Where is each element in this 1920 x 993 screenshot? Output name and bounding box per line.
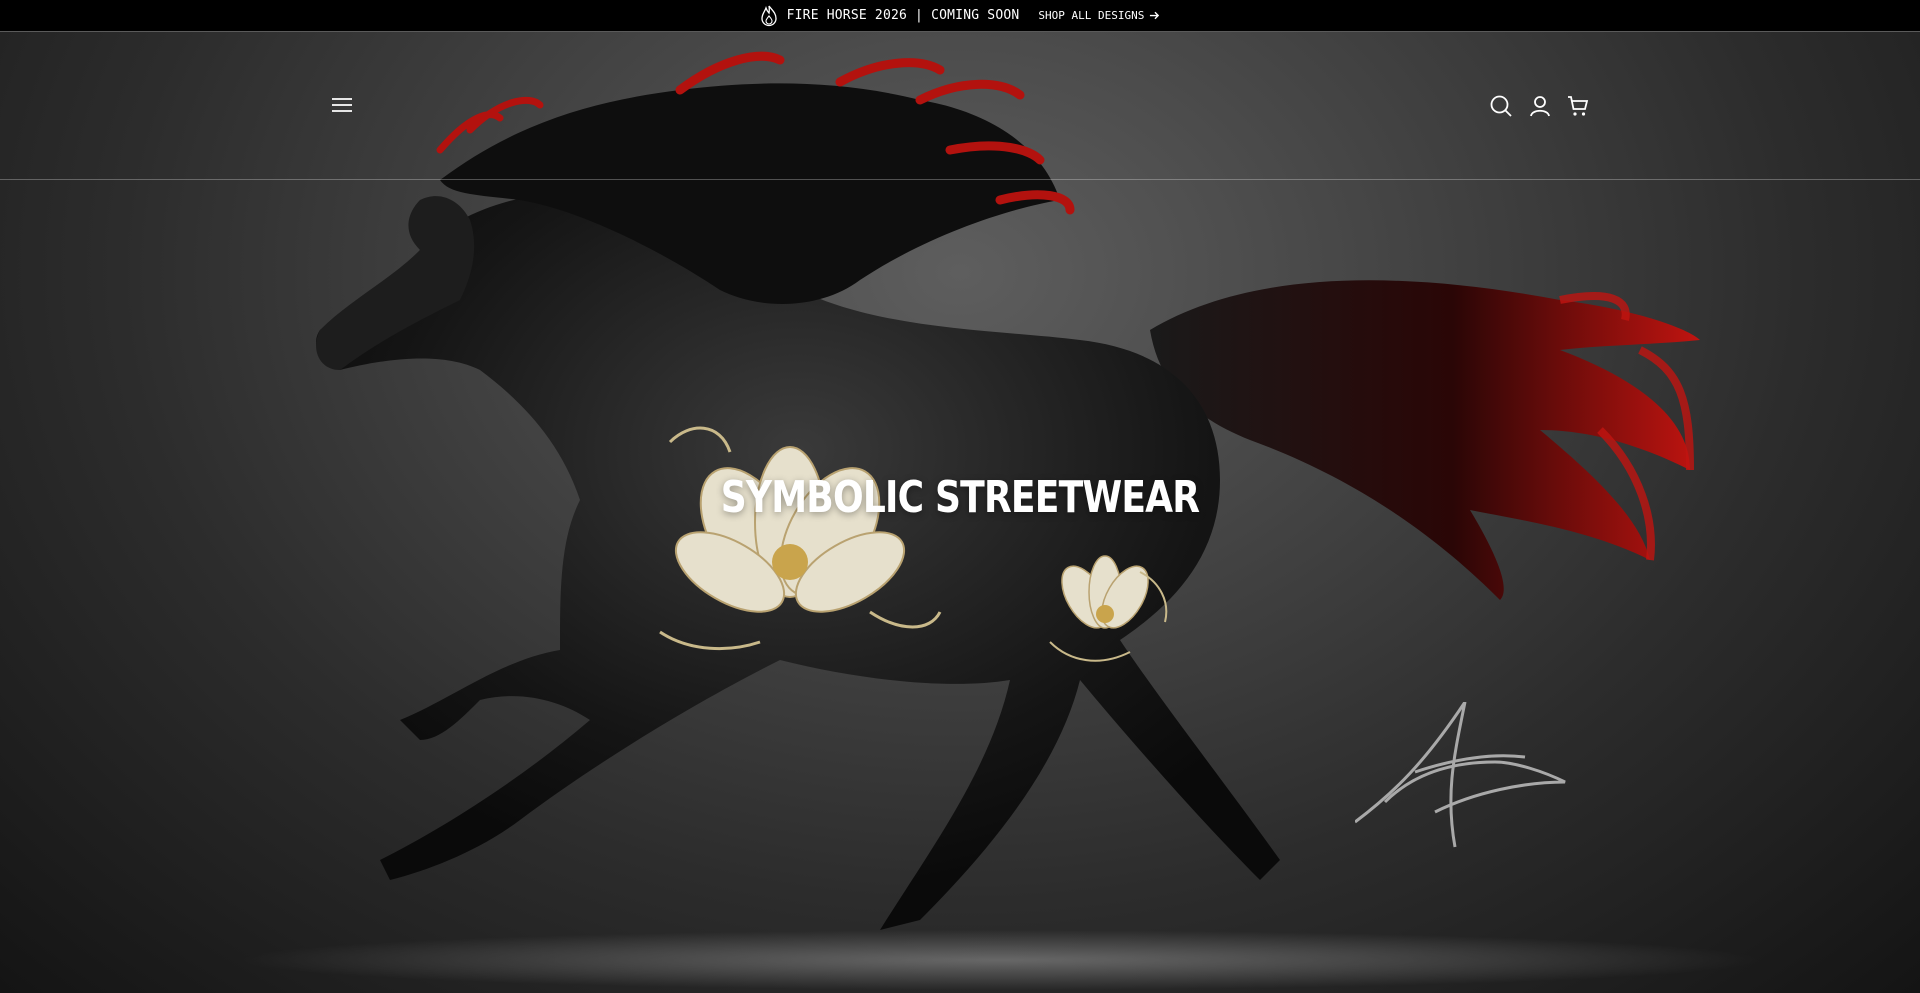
cart-icon[interactable] — [1566, 94, 1590, 118]
hamburger-menu-icon[interactable] — [330, 95, 354, 115]
arrow-right-icon — [1150, 11, 1160, 20]
flame-icon — [760, 5, 778, 27]
artist-signature — [1355, 702, 1566, 848]
shop-all-designs-label[interactable]: SHOP ALL DESIGNS — [1038, 9, 1144, 22]
announcement-bar: FIRE HORSE 2026 | COMING SOON SHOP ALL D… — [0, 0, 1920, 32]
account-icon[interactable] — [1528, 94, 1552, 118]
site-header — [0, 32, 1920, 180]
search-icon[interactable] — [1489, 94, 1513, 118]
hero-title: SYMBOLIC STREETWEAR — [720, 472, 1200, 523]
lotus-artwork-small — [1049, 555, 1168, 662]
shop-all-designs-link[interactable]: SHOP ALL DESIGNS — [1038, 9, 1160, 22]
announcement-message: FIRE HORSE 2026 | COMING SOON — [786, 8, 1020, 23]
lotus-artwork-large — [659, 426, 942, 650]
